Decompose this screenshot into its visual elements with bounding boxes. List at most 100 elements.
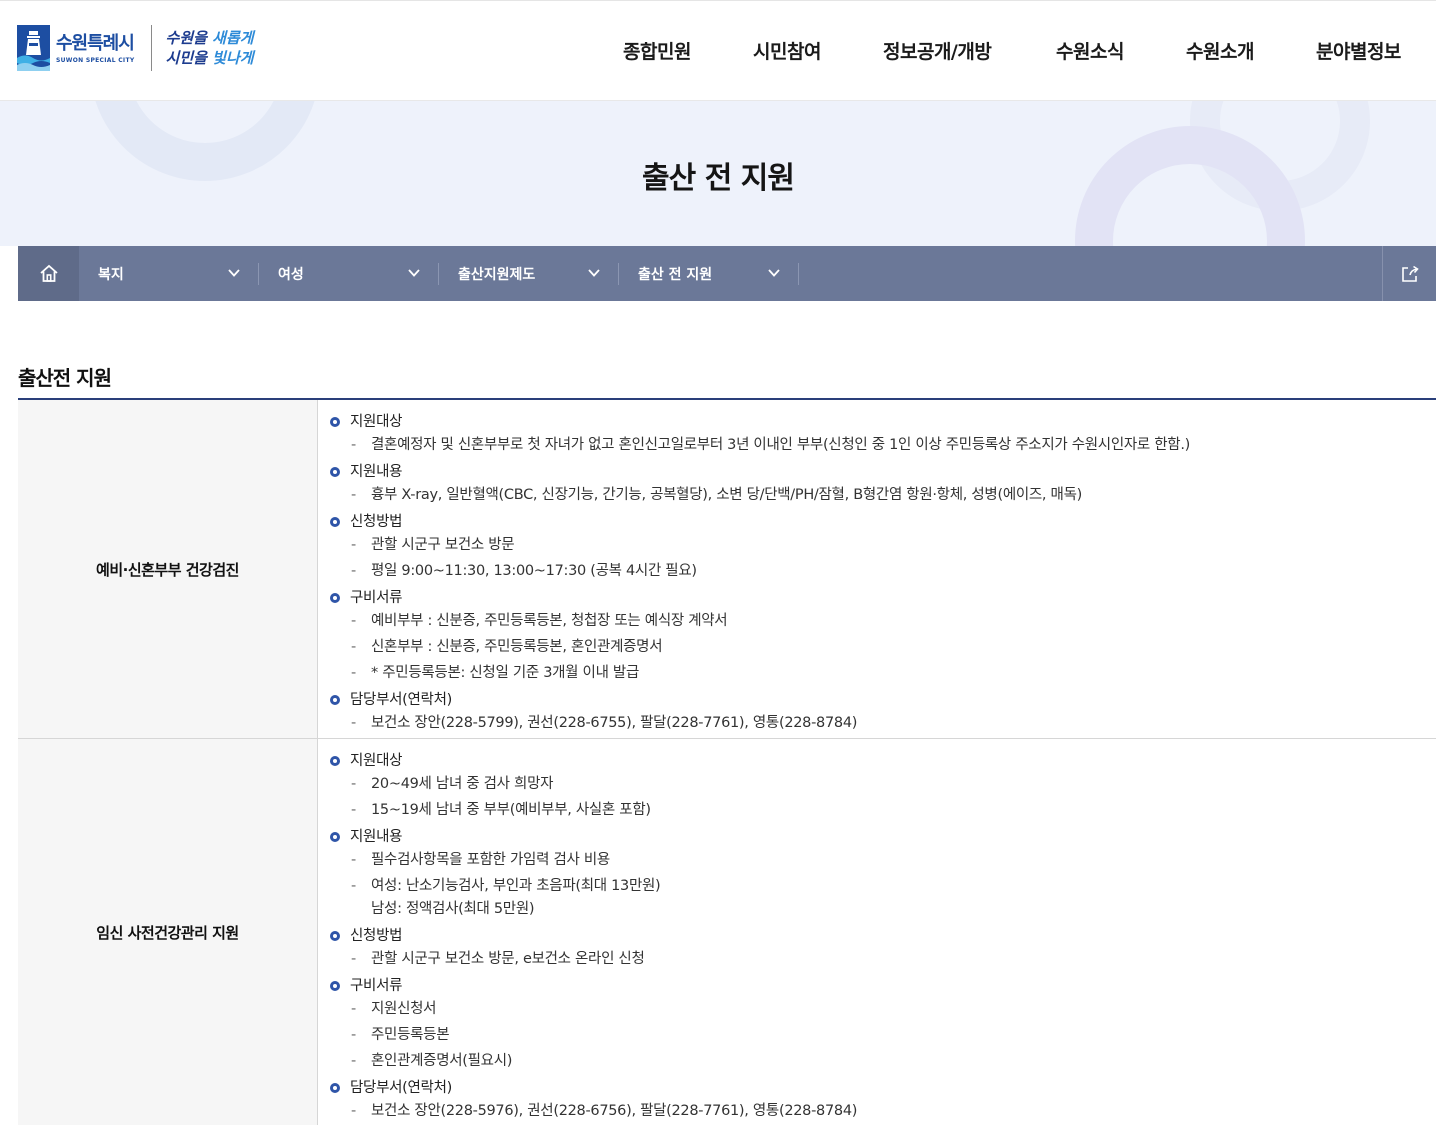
info-item: -15~19세 남녀 중 부부(예비부부, 사실혼 포함)	[329, 799, 1436, 822]
location-dropdown-women[interactable]: 여성	[259, 246, 439, 301]
row-title: 예비·신혼부부 건강검진	[18, 400, 318, 738]
logo-english: SUWON SPECIAL CITY	[56, 56, 135, 64]
row-title: 임신 사전건강관리 지원	[18, 739, 318, 1125]
support-table: 예비·신혼부부 건강검진 지원대상 - 결혼예정자 및 신혼부부로 첫 자녀가 없고…	[18, 398, 1436, 1125]
info-block: 지원내용 - 필수검사항목을 포함한 가임력 검사 비용 - 여성: 난소기능검사, 부…	[329, 825, 1436, 921]
share-button[interactable]	[1382, 246, 1436, 301]
info-item: - 보건소 장안(228-5799), 권선(228-6755), 팔달(228-…	[329, 712, 1436, 735]
info-heading: 담당부서(연락처)	[329, 1076, 1436, 1100]
info-item: - 보건소 장안(228-5976), 권선(228-6756), 팔달(228-…	[329, 1100, 1436, 1123]
info-block: 담당부서(연락처) - 보건소 장안(228-5799), 권선(228-6755)…	[329, 688, 1436, 735]
nav-item-field-info[interactable]: 분야별정보	[1316, 37, 1401, 64]
chevron-down-icon	[408, 269, 420, 277]
nav-item-information-disclosure[interactable]: 정보공개/개방	[883, 37, 992, 64]
info-block: 지원내용 - 흉부 X-ray, 일반혈액(CBC, 신장기능, 간기능, 공복혈당…	[329, 460, 1436, 507]
info-item: - 관할 시군구 보건소 방문	[329, 534, 1436, 557]
info-block: 지원대상 -20~49세 남녀 중 검사 희망자 -15~19세 남녀 중 부부(예…	[329, 749, 1436, 822]
nav-item-about-suwon[interactable]: 수원소개	[1186, 37, 1254, 64]
circle-bullet-icon	[330, 931, 340, 941]
info-item: - 필수검사항목을 포함한 가임력 검사 비용	[329, 849, 1436, 872]
dash-bullet-icon: -	[351, 852, 356, 868]
location-label: 출산지원제도	[458, 266, 536, 283]
nav-item-civil-service[interactable]: 종합민원	[623, 37, 691, 64]
circle-bullet-icon	[330, 695, 340, 705]
info-heading: 지원대상	[329, 410, 1436, 434]
info-item: -20~49세 남녀 중 검사 희망자	[329, 773, 1436, 796]
dash-bullet-icon: -	[351, 1027, 356, 1043]
info-item: - 여성: 난소기능검사, 부인과 초음파(최대 13만원) 남성: 정액검사(최대…	[329, 875, 1436, 921]
info-item: - 신혼부부 : 신분증, 주민등록등본, 혼인관계증명서	[329, 636, 1436, 659]
table-row: 임신 사전건강관리 지원 지원대상 -20~49세 남녀 중 검사 희망자 -15~…	[18, 739, 1436, 1125]
location-label: 출산 전 지원	[638, 266, 713, 283]
info-block: 구비서류 - 예비부부 : 신분증, 주민등록등본, 청첩장 또는 예식장 계약서 -…	[329, 586, 1436, 685]
page-banner: 출산 전 지원	[0, 101, 1436, 246]
info-item: - 흉부 X-ray, 일반혈액(CBC, 신장기능, 간기능, 공복혈당), 소…	[329, 484, 1436, 507]
home-icon	[39, 264, 58, 282]
info-heading: 구비서류	[329, 974, 1436, 998]
logo-korean: 수원특례시	[56, 32, 135, 54]
dash-bullet-icon: -	[351, 951, 356, 967]
info-heading: 신청방법	[329, 924, 1436, 948]
dash-bullet-icon: -	[351, 639, 356, 655]
circle-bullet-icon	[330, 1083, 340, 1093]
info-item: - 결혼예정자 및 신혼부부로 첫 자녀가 없고 혼인신고일로부터 3년 이내인 …	[329, 434, 1436, 457]
row-content: 지원대상 -20~49세 남녀 중 검사 희망자 -15~19세 남녀 중 부부(예…	[318, 739, 1436, 1125]
circle-bullet-icon	[330, 832, 340, 842]
nav-item-suwon-news[interactable]: 수원소식	[1056, 37, 1124, 64]
share-icon	[1401, 265, 1419, 282]
dash-bullet-icon: -	[351, 613, 356, 629]
location-dropdown-prenatal-support[interactable]: 출산 전 지원	[619, 246, 799, 301]
row-content: 지원대상 - 결혼예정자 및 신혼부부로 첫 자녀가 없고 혼인신고일로부터 3년 …	[318, 400, 1436, 738]
info-block: 구비서류 - 지원신청서 - 주민등록등본 - 혼인관계증명서(필요시)	[329, 974, 1436, 1073]
circle-bullet-icon	[330, 417, 340, 427]
page-title: 출산 전 지원	[642, 161, 795, 196]
location-dropdown-welfare[interactable]: 복지	[79, 246, 259, 301]
city-slogan: 수원을 새롭게 시민을 빛나게	[165, 29, 254, 67]
logo-divider	[150, 25, 152, 71]
nav-item-citizen-participation[interactable]: 시민참여	[753, 37, 821, 64]
info-heading: 지원내용	[329, 825, 1436, 849]
table-row: 예비·신혼부부 건강검진 지원대상 - 결혼예정자 및 신혼부부로 첫 자녀가 없고…	[18, 400, 1436, 739]
info-item: - 예비부부 : 신분증, 주민등록등본, 청첩장 또는 예식장 계약서	[329, 610, 1436, 633]
location-dropdown-birth-support[interactable]: 출산지원제도	[439, 246, 619, 301]
dash-bullet-icon: -	[351, 776, 356, 792]
dash-bullet-icon: -	[351, 1053, 356, 1069]
dash-bullet-icon: -	[351, 665, 356, 681]
dash-bullet-icon: -	[351, 802, 356, 818]
info-block: 지원대상 - 결혼예정자 및 신혼부부로 첫 자녀가 없고 혼인신고일로부터 3년 …	[329, 410, 1436, 457]
section-title: 출산전 지원	[18, 366, 112, 390]
dash-bullet-icon: -	[351, 1001, 356, 1017]
dash-bullet-icon: -	[351, 715, 356, 731]
circle-bullet-icon	[330, 517, 340, 527]
info-item: - * 주민등록등본: 신청일 기준 3개월 이내 발급	[329, 662, 1436, 685]
circle-bullet-icon	[330, 467, 340, 477]
dash-bullet-icon: -	[351, 487, 356, 503]
info-block: 담당부서(연락처) - 보건소 장안(228-5976), 권선(228-6756)…	[329, 1076, 1436, 1123]
circle-bullet-icon	[330, 593, 340, 603]
site-logo[interactable]: 수원특례시 SUWON SPECIAL CITY 수원을 새롭게 시민을 빛나게	[17, 24, 254, 72]
dash-bullet-icon: -	[351, 1103, 356, 1119]
chevron-down-icon	[768, 269, 780, 277]
home-button[interactable]	[18, 246, 79, 301]
dash-bullet-icon: -	[351, 437, 356, 453]
info-item: - 혼인관계증명서(필요시)	[329, 1050, 1436, 1073]
info-item: - 주민등록등본	[329, 1024, 1436, 1047]
location-label: 여성	[278, 266, 304, 283]
location-label: 복지	[98, 266, 124, 283]
lighthouse-logo-icon	[17, 25, 50, 71]
info-item: - 평일 9:00~11:30, 13:00~17:30 (공복 4시간 필요)	[329, 560, 1436, 583]
info-heading: 지원내용	[329, 460, 1436, 484]
info-heading: 지원대상	[329, 749, 1436, 773]
info-block: 신청방법 - 관할 시군구 보건소 방문, e보건소 온라인 신청	[329, 924, 1436, 971]
info-heading: 담당부서(연락처)	[329, 688, 1436, 712]
site-header: 수원특례시 SUWON SPECIAL CITY 수원을 새롭게 시민을 빛나게…	[0, 0, 1436, 101]
info-heading: 구비서류	[329, 586, 1436, 610]
chevron-down-icon	[588, 269, 600, 277]
circle-bullet-icon	[330, 756, 340, 766]
dash-bullet-icon: -	[351, 878, 356, 894]
info-item: - 관할 시군구 보건소 방문, e보건소 온라인 신청	[329, 948, 1436, 971]
info-item: - 지원신청서	[329, 998, 1436, 1021]
dash-bullet-icon: -	[351, 537, 356, 553]
chevron-down-icon	[228, 269, 240, 277]
info-block: 신청방법 - 관할 시군구 보건소 방문 - 평일 9:00~11:30, 13:00~…	[329, 510, 1436, 583]
